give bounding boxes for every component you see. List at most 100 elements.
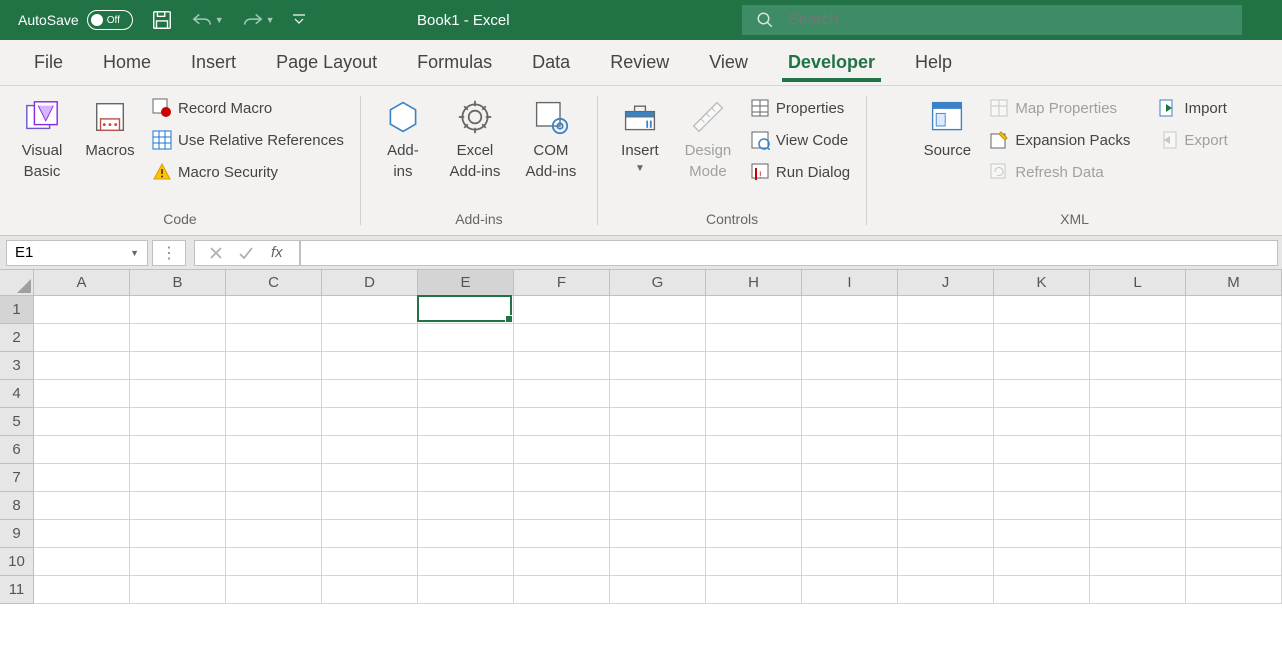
cell-B10[interactable] [130, 548, 226, 576]
cell-L11[interactable] [1090, 576, 1186, 604]
cell-G5[interactable] [610, 408, 706, 436]
cell-A5[interactable] [34, 408, 130, 436]
cell-K7[interactable] [994, 464, 1090, 492]
cell-H11[interactable] [706, 576, 802, 604]
cell-D3[interactable] [322, 352, 418, 380]
cancel-formula-button[interactable] [201, 246, 231, 260]
cell-D2[interactable] [322, 324, 418, 352]
search-input[interactable] [788, 11, 1228, 29]
cell-D9[interactable] [322, 520, 418, 548]
cell-I2[interactable] [802, 324, 898, 352]
record-macro-button[interactable]: Record Macro [148, 96, 348, 120]
cell-M8[interactable] [1186, 492, 1282, 520]
cell-D11[interactable] [322, 576, 418, 604]
enter-formula-button[interactable] [231, 246, 261, 260]
cell-A7[interactable] [34, 464, 130, 492]
properties-button[interactable]: Properties [746, 96, 854, 120]
cell-J1[interactable] [898, 296, 994, 324]
cell-I3[interactable] [802, 352, 898, 380]
tab-review[interactable]: Review [590, 40, 689, 86]
save-button[interactable] [151, 9, 173, 31]
cell-F2[interactable] [514, 324, 610, 352]
cell-M2[interactable] [1186, 324, 1282, 352]
cell-F7[interactable] [514, 464, 610, 492]
col-header-H[interactable]: H [706, 270, 802, 296]
cell-I5[interactable] [802, 408, 898, 436]
col-header-K[interactable]: K [994, 270, 1090, 296]
cell-J3[interactable] [898, 352, 994, 380]
row-header-8[interactable]: 8 [0, 492, 34, 520]
cell-K8[interactable] [994, 492, 1090, 520]
cell-E5[interactable] [418, 408, 514, 436]
source-button[interactable]: Source [917, 92, 977, 167]
use-relative-refs-button[interactable]: Use Relative References [148, 128, 348, 152]
cell-D4[interactable] [322, 380, 418, 408]
tab-formulas[interactable]: Formulas [397, 40, 512, 86]
tab-data[interactable]: Data [512, 40, 590, 86]
cell-J10[interactable] [898, 548, 994, 576]
cell-G1[interactable] [610, 296, 706, 324]
tab-view[interactable]: View [689, 40, 768, 86]
cell-L10[interactable] [1090, 548, 1186, 576]
col-header-J[interactable]: J [898, 270, 994, 296]
cell-C10[interactable] [226, 548, 322, 576]
cell-B6[interactable] [130, 436, 226, 464]
cell-E6[interactable] [418, 436, 514, 464]
cell-A3[interactable] [34, 352, 130, 380]
refresh-data-button[interactable]: Refresh Data [985, 160, 1134, 184]
cell-D1[interactable] [322, 296, 418, 324]
cell-L6[interactable] [1090, 436, 1186, 464]
cell-L9[interactable] [1090, 520, 1186, 548]
cell-H8[interactable] [706, 492, 802, 520]
cell-E7[interactable] [418, 464, 514, 492]
cell-L2[interactable] [1090, 324, 1186, 352]
cell-J2[interactable] [898, 324, 994, 352]
cell-B9[interactable] [130, 520, 226, 548]
cell-F8[interactable] [514, 492, 610, 520]
cell-M4[interactable] [1186, 380, 1282, 408]
col-header-I[interactable]: I [802, 270, 898, 296]
cell-J5[interactable] [898, 408, 994, 436]
cell-K2[interactable] [994, 324, 1090, 352]
cell-L3[interactable] [1090, 352, 1186, 380]
cell-H3[interactable] [706, 352, 802, 380]
cell-L5[interactable] [1090, 408, 1186, 436]
formula-bar-expand[interactable]: ⋮ [152, 240, 186, 266]
col-header-D[interactable]: D [322, 270, 418, 296]
cell-A11[interactable] [34, 576, 130, 604]
cell-M6[interactable] [1186, 436, 1282, 464]
undo-button[interactable]: ▼ [191, 10, 224, 30]
row-header-2[interactable]: 2 [0, 324, 34, 352]
cell-E8[interactable] [418, 492, 514, 520]
cell-E10[interactable] [418, 548, 514, 576]
cell-B11[interactable] [130, 576, 226, 604]
export-button[interactable]: Export [1154, 128, 1231, 152]
cell-K5[interactable] [994, 408, 1090, 436]
view-code-button[interactable]: View Code [746, 128, 854, 152]
cell-G11[interactable] [610, 576, 706, 604]
cell-E11[interactable] [418, 576, 514, 604]
map-properties-button[interactable]: Map Properties [985, 96, 1134, 120]
cell-G9[interactable] [610, 520, 706, 548]
tab-file[interactable]: File [14, 40, 83, 86]
chevron-down-icon[interactable]: ▼ [130, 248, 139, 258]
cell-F1[interactable] [514, 296, 610, 324]
cell-C6[interactable] [226, 436, 322, 464]
cell-G8[interactable] [610, 492, 706, 520]
cell-D10[interactable] [322, 548, 418, 576]
cell-H4[interactable] [706, 380, 802, 408]
col-header-L[interactable]: L [1090, 270, 1186, 296]
cell-M9[interactable] [1186, 520, 1282, 548]
cell-B1[interactable] [130, 296, 226, 324]
cell-A6[interactable] [34, 436, 130, 464]
name-box[interactable]: E1 ▼ [6, 240, 148, 266]
com-addins-button[interactable]: COM Add-ins [517, 92, 585, 184]
cell-I11[interactable] [802, 576, 898, 604]
cell-B5[interactable] [130, 408, 226, 436]
col-header-B[interactable]: B [130, 270, 226, 296]
col-header-F[interactable]: F [514, 270, 610, 296]
cell-G4[interactable] [610, 380, 706, 408]
cell-M11[interactable] [1186, 576, 1282, 604]
row-header-10[interactable]: 10 [0, 548, 34, 576]
visual-basic-button[interactable]: Visual Basic [12, 92, 72, 184]
